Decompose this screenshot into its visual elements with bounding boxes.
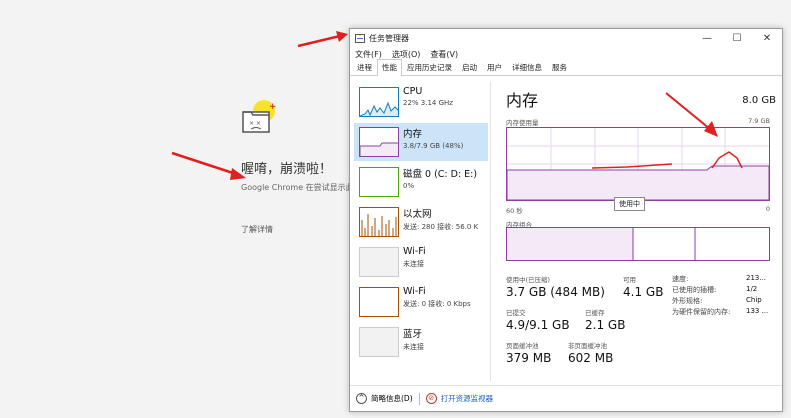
sidebar-item-wifi-2[interactable]: Wi-Fi 发送: 0 接收: 0 Kbps [354,283,488,321]
memory-total: 8.0 GB [742,95,776,106]
spec-value: 133 ... [746,307,769,315]
sidebar-label: Wi-Fi [403,246,426,257]
tab-performance[interactable]: 性能 [377,59,402,76]
memory-usage-graph [506,127,770,201]
in-use-label: 使用中(已压缩) [506,276,551,284]
tab-app-history[interactable]: 应用历史记录 [402,59,457,75]
performance-panel: CPU 22% 3.14 GHz 内存 3.8/7.9 GB (48%) 磁盘 … [350,77,782,385]
sidebar-item-disk[interactable]: 磁盘 0 (C: D: E:) 0% [354,163,488,201]
sidebar-label: 内存 [403,129,423,140]
menu-options[interactable]: 选项(O) [392,49,421,60]
maximize-button[interactable]: ☐ [722,33,752,44]
committed-label: 已提交 [506,309,526,317]
tab-startup[interactable]: 启动 [457,59,482,75]
spec-value: 1/2 [746,285,758,293]
nonpaged-pool-value: 602 MB [568,351,614,365]
sidebar-label: 蓝牙 [403,329,423,340]
paged-pool-label: 页面缓冲池 [506,342,539,350]
sidebar-sublabel: 未连接 [403,260,424,268]
sidebar-sublabel: 22% 3.14 GHz [403,99,453,107]
task-manager-window: 任务管理器 — ☐ ✕ 文件(F) 选项(O) 查看(V) 进程 性能 应用历史… [349,28,783,412]
axis-left-label: 60 秒 [506,207,523,215]
detail-title: 内存 [506,91,539,110]
tab-users[interactable]: 用户 [482,59,507,75]
chevron-up-icon[interactable]: ^ [356,393,367,404]
annotation-arrow-1 [297,31,348,48]
in-use-value: 3.7 GB (484 MB) [506,285,605,299]
svg-text:× ×: × × [249,120,261,127]
minimize-button[interactable]: — [692,33,722,44]
committed-value: 4.9/9.1 GB [506,318,570,332]
window-title: 任务管理器 [369,33,409,43]
menu-view[interactable]: 查看(V) [430,49,458,60]
cached-value: 2.1 GB [585,318,626,332]
learn-more-link[interactable]: 了解详情 [241,224,273,235]
wifi-thumbnail [359,247,399,277]
spec-value: 213... [746,274,767,282]
ethernet-thumbnail [359,207,399,237]
memory-usage-plot [506,128,770,201]
crash-title: 喔唷，崩溃啦！ [241,162,333,177]
close-button[interactable]: ✕ [752,33,782,44]
panel-divider [490,81,491,381]
wifi-thumbnail [359,287,399,317]
disk-thumbnail [359,167,399,197]
tab-services[interactable]: 服务 [547,59,572,75]
tab-bar: 进程 性能 应用历史记录 启动 用户 详细信息 服务 [350,59,782,76]
annotation-arrow-3 [665,92,718,137]
memory-composition-bar [506,227,770,261]
footer-divider [418,392,420,405]
usage-graph-label: 内存使用量 [506,119,539,127]
sidebar-item-ethernet[interactable]: 以太网 发送: 280 接收: 56.0 K [354,203,488,241]
available-value: 4.1 GB [623,285,664,299]
usage-graph-max: 7.9 GB [748,117,770,125]
footer-bar: ^ 简略信息(D) ⊘ 打开资源监视器 [350,385,782,411]
sidebar-item-bluetooth[interactable]: 蓝牙 未连接 [354,323,488,361]
sidebar-label: CPU [403,86,423,97]
crash-description: Google Chrome 在尝试显示此 [241,183,351,192]
resource-sidebar: CPU 22% 3.14 GHz 内存 3.8/7.9 GB (48%) 磁盘 … [354,83,488,383]
title-bar: 任务管理器 — ☐ ✕ [350,29,782,47]
task-manager-icon [355,33,365,43]
resource-monitor-icon: ⊘ [425,393,437,404]
sidebar-item-cpu[interactable]: CPU 22% 3.14 GHz [354,83,488,121]
axis-right-label: 0 [765,205,770,213]
sidebar-label: 以太网 [403,209,432,220]
svg-text:+: + [269,102,276,112]
annotation-arrow-2 [171,151,246,180]
sidebar-item-memory[interactable]: 内存 3.8/7.9 GB (48%) [354,123,488,161]
sidebar-sublabel: 发送: 280 接收: 56.0 K [403,223,479,231]
nonpaged-pool-label: 非页面缓冲池 [568,342,607,350]
menu-file[interactable]: 文件(F) [355,49,382,60]
sidebar-item-wifi-1[interactable]: Wi-Fi 未连接 [354,243,488,281]
cpu-thumbnail [359,87,399,117]
sidebar-sublabel: 未连接 [403,343,424,351]
open-resource-monitor-link[interactable]: 打开资源监视器 [441,393,494,404]
crashed-folder-icon: + × × [242,100,276,133]
spec-label: 外形规格: [672,297,703,305]
sidebar-sublabel: 发送: 0 接收: 0 Kbps [403,300,471,308]
available-label: 可用 [623,276,636,284]
cached-label: 已缓存 [585,309,605,317]
spec-label: 速度: [672,275,689,283]
tab-processes[interactable]: 进程 [352,59,377,75]
tab-details[interactable]: 详细信息 [507,59,547,75]
brief-info-button[interactable]: 简略信息(D) [371,393,413,404]
graph-tooltip: 使用中 [614,197,645,211]
paged-pool-value: 379 MB [506,351,552,365]
sidebar-label: 磁盘 0 (C: D: E:) [403,169,478,180]
spec-label: 已使用的插槽: [672,286,717,294]
sidebar-sublabel: 0% [403,182,415,190]
spec-value: Chip [746,296,762,304]
sidebar-sublabel: 3.8/7.9 GB (48%) [403,142,464,150]
spec-label: 为硬件保留的内存: [672,308,731,316]
sidebar-label: Wi-Fi [403,286,426,297]
memory-thumbnail [359,127,399,157]
bluetooth-thumbnail [359,327,399,357]
